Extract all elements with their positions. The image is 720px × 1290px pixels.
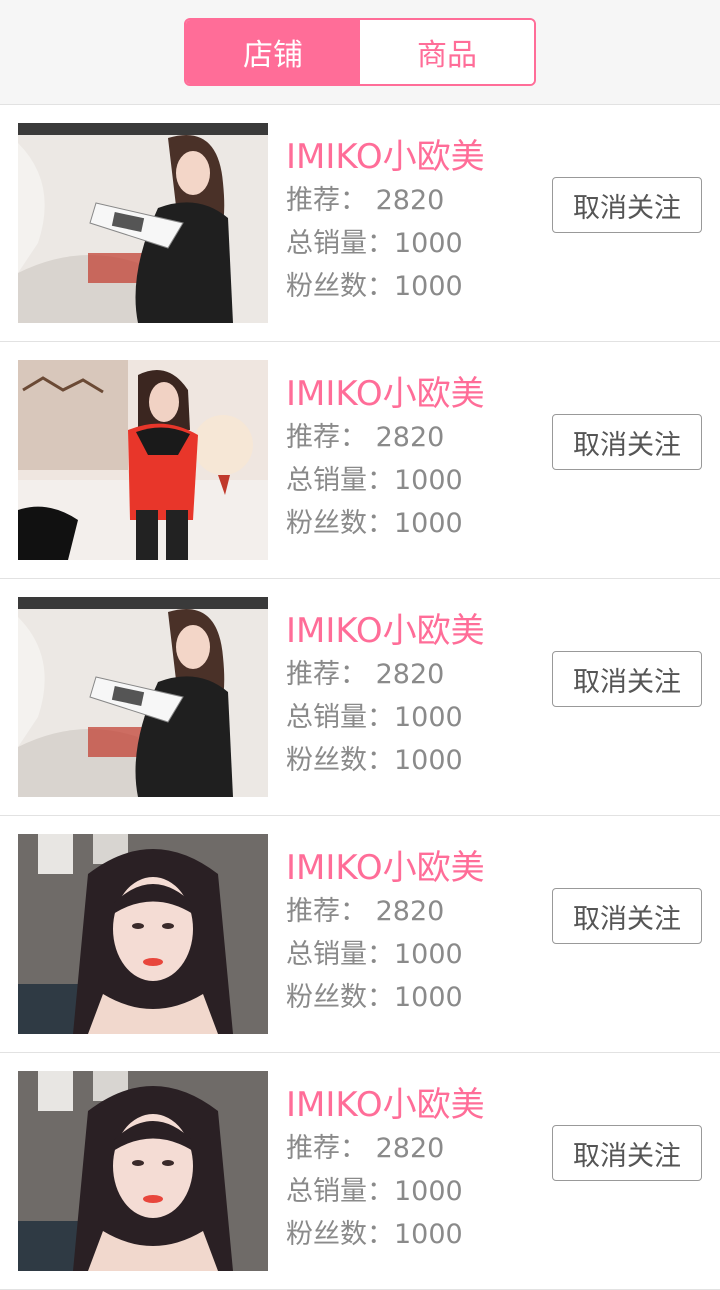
store-info: IMIKO小欧美 推荐： 2820 总销量：1000 粉丝数：1000 bbox=[286, 609, 546, 782]
unfollow-button[interactable]: 取消关注 bbox=[552, 888, 702, 944]
unfollow-button[interactable]: 取消关注 bbox=[552, 177, 702, 233]
unfollow-button[interactable]: 取消关注 bbox=[552, 1125, 702, 1181]
store-info: IMIKO小欧美 推荐： 2820 总销量：1000 粉丝数：1000 bbox=[286, 1083, 546, 1256]
total-sales: 总销量：1000 bbox=[286, 939, 463, 970]
store-name[interactable]: IMIKO小欧美 bbox=[286, 609, 546, 653]
store-name[interactable]: IMIKO小欧美 bbox=[286, 1083, 546, 1127]
store-info: IMIKO小欧美 推荐： 2820 总销量：1000 粉丝数：1000 bbox=[286, 135, 546, 308]
store-name[interactable]: IMIKO小欧美 bbox=[286, 135, 546, 179]
fans-count: 粉丝数：1000 bbox=[286, 982, 463, 1013]
store-info: IMIKO小欧美 推荐： 2820 总销量：1000 粉丝数：1000 bbox=[286, 846, 546, 1019]
store-info: IMIKO小欧美 推荐： 2820 总销量：1000 粉丝数：1000 bbox=[286, 372, 546, 545]
top-bar: 店铺 商品 bbox=[0, 0, 720, 105]
store-thumbnail[interactable] bbox=[18, 123, 268, 323]
total-sales: 总销量：1000 bbox=[286, 228, 463, 259]
recommend-count: 推荐： 2820 bbox=[286, 659, 445, 690]
store-name[interactable]: IMIKO小欧美 bbox=[286, 372, 546, 416]
store-thumbnail[interactable] bbox=[18, 360, 268, 560]
fans-count: 粉丝数：1000 bbox=[286, 271, 463, 302]
total-sales: 总销量：1000 bbox=[286, 702, 463, 733]
total-sales: 总销量：1000 bbox=[286, 465, 463, 496]
fans-count: 粉丝数：1000 bbox=[286, 1219, 463, 1250]
list-item[interactable]: IMIKO小欧美 推荐： 2820 总销量：1000 粉丝数：1000 取消关注 bbox=[0, 816, 720, 1053]
segment-control: 店铺 商品 bbox=[184, 18, 536, 86]
recommend-count: 推荐： 2820 bbox=[286, 185, 445, 216]
total-sales: 总销量：1000 bbox=[286, 1176, 463, 1207]
unfollow-button[interactable]: 取消关注 bbox=[552, 414, 702, 470]
store-name[interactable]: IMIKO小欧美 bbox=[286, 846, 546, 890]
fans-count: 粉丝数：1000 bbox=[286, 745, 463, 776]
store-thumbnail[interactable] bbox=[18, 1071, 268, 1271]
tab-shop[interactable]: 店铺 bbox=[186, 20, 360, 84]
list-item[interactable]: IMIKO小欧美 推荐： 2820 总销量：1000 粉丝数：1000 取消关注 bbox=[0, 579, 720, 816]
list-item[interactable]: IMIKO小欧美 推荐： 2820 总销量：1000 粉丝数：1000 取消关注 bbox=[0, 105, 720, 342]
recommend-count: 推荐： 2820 bbox=[286, 896, 445, 927]
store-thumbnail[interactable] bbox=[18, 597, 268, 797]
list-item[interactable]: IMIKO小欧美 推荐： 2820 总销量：1000 粉丝数：1000 取消关注 bbox=[0, 342, 720, 579]
unfollow-button[interactable]: 取消关注 bbox=[552, 651, 702, 707]
tab-product[interactable]: 商品 bbox=[360, 20, 534, 84]
list-item[interactable]: IMIKO小欧美 推荐： 2820 总销量：1000 粉丝数：1000 取消关注 bbox=[0, 1053, 720, 1290]
store-thumbnail[interactable] bbox=[18, 834, 268, 1034]
followed-store-list: IMIKO小欧美 推荐： 2820 总销量：1000 粉丝数：1000 取消关注 bbox=[0, 105, 720, 1290]
fans-count: 粉丝数：1000 bbox=[286, 508, 463, 539]
recommend-count: 推荐： 2820 bbox=[286, 422, 445, 453]
recommend-count: 推荐： 2820 bbox=[286, 1133, 445, 1164]
